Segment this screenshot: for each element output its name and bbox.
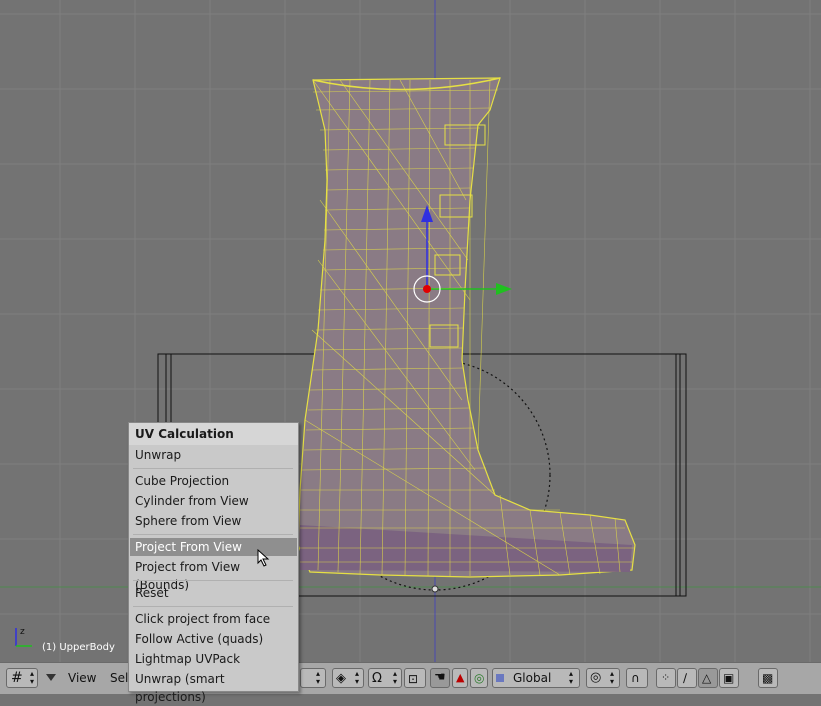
rotate-icon: ◎: [474, 671, 485, 685]
mode-selector[interactable]: ▴ ▾: [300, 668, 326, 688]
pivot-icon: ◈: [336, 671, 346, 686]
menu-item-cylinder-from-view[interactable]: Cylinder from View: [130, 492, 297, 510]
chevron-updown-icon: ▴ ▾: [30, 669, 35, 686]
uv-calculation-menu: UV Calculation Unwrap Cube Projection Cy…: [128, 422, 299, 704]
snap-icon: Ω: [372, 671, 382, 686]
menu-item-click-project-from-face[interactable]: Click project from face: [130, 610, 297, 628]
viewport-header: # ▴ ▾ View Sel ▴ ▾ ◈ ▴ ▾ Ω ▴ ▾ ⊡ ☚ ▲ ◎ Globa…: [0, 662, 821, 694]
chevron-updown-icon: ▴ ▾: [393, 669, 398, 686]
face-select-icon: △: [702, 671, 712, 685]
menu-item-cube-projection[interactable]: Cube Projection: [130, 472, 297, 490]
magnet-icon: ∩: [631, 671, 640, 685]
shading-button[interactable]: ⊡: [404, 668, 426, 688]
edge-select-button[interactable]: ∕: [677, 668, 697, 688]
render-button[interactable]: ▩: [758, 668, 778, 688]
draw-type-button[interactable]: Ω ▴ ▾: [368, 668, 402, 688]
3d-viewport[interactable]: z (1) UpperBody: [0, 0, 821, 662]
translate-icon: ▲: [456, 671, 465, 684]
face-select-button[interactable]: △: [698, 668, 718, 688]
pivot-button[interactable]: ◈ ▴ ▾: [332, 668, 364, 688]
menu-separator: [133, 580, 293, 581]
menu-item-project-from-view[interactable]: Project From View: [130, 538, 297, 556]
menu-separator: [133, 468, 293, 469]
svg-text:z: z: [20, 627, 25, 637]
select-menu[interactable]: Sel: [110, 668, 128, 688]
vertex-select-icon: ⁘: [661, 671, 671, 684]
menu-title: UV Calculation: [129, 423, 298, 445]
render-icon: ▩: [762, 671, 774, 685]
chevron-updown-icon: ▴ ▾: [569, 669, 574, 686]
view-menu[interactable]: View: [68, 668, 96, 688]
chevron-updown-icon: ▴ ▾: [610, 669, 615, 686]
orientation-label: Global: [513, 671, 552, 685]
mouse-cursor-icon: [257, 549, 270, 567]
orientation-select[interactable]: Global ▴ ▾: [492, 668, 580, 688]
translate-button[interactable]: ▲: [452, 668, 468, 688]
rotate-button[interactable]: ◎: [470, 668, 488, 688]
object-label: (1) UpperBody: [42, 642, 115, 653]
viewport-grid: [0, 0, 821, 662]
menu-collapse-icon[interactable]: [46, 674, 56, 681]
menu-item-sphere-from-view[interactable]: Sphere from View: [130, 512, 297, 530]
hand-icon: ☚: [434, 670, 446, 685]
vertex-select-button[interactable]: ⁘: [656, 668, 676, 688]
axis-orientation-icon: z: [15, 627, 32, 647]
proportional-edit-button[interactable]: ◎ ▴ ▾: [586, 668, 620, 688]
edge-select-icon: ∕: [683, 671, 688, 685]
menu-item-lightmap-uvpack[interactable]: Lightmap UVPack: [130, 650, 297, 668]
boot-mesh: [297, 77, 636, 578]
menu-item-unwrap-smart-projections[interactable]: Unwrap (smart projections): [130, 670, 297, 704]
menu-separator: [133, 534, 293, 535]
limit-visible-button[interactable]: ▣: [719, 668, 739, 688]
snap-toggle[interactable]: ∩: [626, 668, 648, 688]
menu-item-project-from-view-bounds[interactable]: Project from View (Bounds): [130, 558, 297, 592]
editor-type-button[interactable]: # ▴ ▾: [6, 668, 38, 688]
orientation-icon: [496, 674, 504, 682]
chevron-updown-icon: ▴ ▾: [316, 669, 321, 686]
menu-item-unwrap[interactable]: Unwrap: [130, 446, 297, 464]
manipulator-toggle[interactable]: ☚: [430, 668, 450, 688]
menu-item-follow-active-quads[interactable]: Follow Active (quads): [130, 630, 297, 648]
chevron-updown-icon: ▴ ▾: [355, 669, 360, 686]
box-icon: ⊡: [408, 672, 419, 686]
limit-visible-icon: ▣: [723, 671, 735, 685]
grid-icon: #: [11, 670, 23, 686]
menu-separator: [133, 606, 293, 607]
menu-item-reset[interactable]: Reset: [130, 584, 297, 602]
proportional-icon: ◎: [590, 670, 602, 685]
